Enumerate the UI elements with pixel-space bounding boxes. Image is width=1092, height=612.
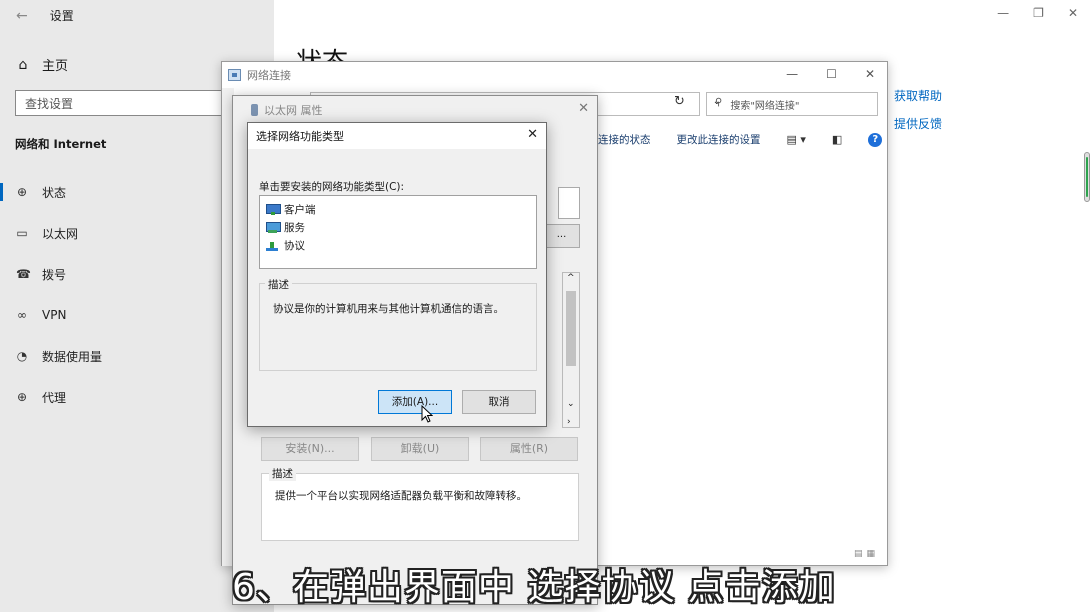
configure-button[interactable]: ...	[543, 224, 580, 248]
sidebar-item-label: 代理	[42, 390, 67, 405]
preview-pane-icon[interactable]: ◧	[832, 133, 842, 146]
connect-using-field	[558, 187, 580, 219]
mouse-cursor-icon	[421, 405, 433, 423]
eth-title: 以太网 属性	[264, 104, 323, 117]
feature-type-list[interactable]: 客户端 服务 协议	[259, 195, 537, 269]
help-links: 获取帮助 提供反馈	[894, 87, 942, 143]
category-heading: 网络和 Internet	[15, 137, 107, 151]
cancel-button[interactable]: 取消	[462, 390, 536, 414]
view-mode-icon[interactable]: ▤▦	[854, 549, 879, 559]
snf-prompt: 单击要安装的网络功能类型(C):	[259, 181, 405, 193]
restore-icon[interactable]: ❐	[1033, 6, 1044, 20]
list-item-service[interactable]: 服务	[266, 218, 530, 236]
settings-window-controls: — ❐ ✕	[997, 6, 1078, 20]
maximize-icon[interactable]: ☐	[826, 67, 837, 81]
ethernet-plug-icon	[251, 104, 258, 116]
close-icon[interactable]: ✕	[578, 101, 589, 116]
snf-description-label: 描述	[265, 277, 292, 292]
globe-status-icon: ⊕	[16, 185, 28, 199]
view-options-icon[interactable]: ▤ ▾	[787, 133, 806, 146]
nc-search-input[interactable]: ⚲ 搜索"网络连接"	[706, 92, 878, 116]
sidebar-item-label: 状态	[42, 185, 67, 200]
video-subtitle: 6、在弹出界面中 选择协议 点击添加	[232, 567, 836, 608]
snf-description-group	[259, 283, 537, 371]
uninstall-button[interactable]: 卸载(U)	[371, 437, 469, 461]
home-label: 主页	[42, 59, 69, 74]
properties-button[interactable]: 属性(R)	[480, 437, 578, 461]
close-icon[interactable]: ✕	[1068, 6, 1078, 20]
dialup-icon: ☎	[16, 267, 31, 281]
settings-title: 设置	[49, 9, 74, 23]
list-item-label: 服务	[284, 221, 305, 234]
nc-toolbar: 连接的状态 更改此连接的设置 ▤ ▾ ◧ ?	[598, 132, 883, 147]
feedback-link[interactable]: 提供反馈	[894, 115, 942, 132]
snf-description-text: 协议是你的计算机用来与其他计算机通信的语言。	[273, 303, 504, 315]
client-icon	[266, 203, 281, 215]
settings-header: ← 设置	[16, 7, 74, 24]
sidebar-item-label: VPN	[42, 308, 67, 322]
service-icon	[266, 221, 281, 233]
scroll-right-icon[interactable]: ›	[567, 417, 571, 427]
change-settings-button[interactable]: 更改此连接的设置	[677, 132, 761, 147]
scrollbar[interactable]	[1084, 152, 1090, 202]
home-icon: ⌂	[18, 56, 28, 73]
eth-description-label: 描述	[269, 466, 296, 481]
vpn-icon: ∞	[17, 308, 27, 322]
back-arrow-icon[interactable]: ←	[16, 8, 28, 24]
search-placeholder: 搜索"网络连接"	[730, 101, 800, 112]
list-item-label: 客户端	[284, 203, 316, 216]
list-item-label: 协议	[284, 239, 305, 252]
eth-description-group	[261, 473, 579, 541]
protocol-icon	[266, 240, 280, 251]
ethernet-icon: ▭	[16, 226, 28, 240]
add-button[interactable]: 添加(A)...	[378, 390, 452, 414]
get-help-link[interactable]: 获取帮助	[894, 87, 942, 104]
scroll-down-icon[interactable]: ⌄	[567, 399, 575, 409]
search-icon: ⚲	[715, 97, 723, 108]
home-nav-item[interactable]: ⌂ 主页	[16, 55, 69, 75]
refresh-icon[interactable]: ↻	[674, 94, 685, 109]
help-icon[interactable]: ?	[868, 132, 883, 147]
minimize-icon[interactable]: —	[997, 6, 1009, 20]
nc-title: 网络连接	[247, 69, 291, 82]
scroll-up-icon[interactable]: ^	[567, 273, 575, 283]
snf-title: 选择网络功能类型	[256, 130, 344, 143]
minimize-icon[interactable]: —	[786, 67, 798, 81]
list-item-protocol[interactable]: 协议	[266, 236, 530, 254]
sidebar-item-label: 以太网	[42, 226, 79, 241]
view-status-button[interactable]: 连接的状态	[598, 132, 651, 147]
close-icon[interactable]: ✕	[527, 127, 538, 142]
components-list-scrollbar[interactable]: ^ ⌄ ›	[562, 272, 580, 428]
nc-window-controls: — ☐ ✕	[786, 67, 875, 81]
list-item-client[interactable]: 客户端	[266, 200, 530, 218]
sidebar-item-label: 拨号	[42, 267, 67, 282]
proxy-globe-icon: ⊕	[16, 390, 28, 404]
eth-titlebar: 以太网 属性	[233, 96, 597, 124]
network-connections-icon	[228, 69, 241, 81]
install-button[interactable]: 安装(N)...	[261, 437, 359, 461]
data-usage-icon: ◔	[16, 349, 28, 363]
close-icon[interactable]: ✕	[865, 67, 875, 81]
sidebar-item-label: 数据使用量	[42, 349, 103, 364]
eth-description-text: 提供一个平台以实现网络适配器负载平衡和故障转移。	[275, 490, 527, 502]
scroll-thumb[interactable]	[566, 291, 576, 366]
snf-titlebar: 选择网络功能类型	[248, 123, 546, 149]
select-network-feature-dialog: 选择网络功能类型 ✕ 单击要安装的网络功能类型(C): 客户端 服务 协议 描述…	[247, 122, 547, 427]
